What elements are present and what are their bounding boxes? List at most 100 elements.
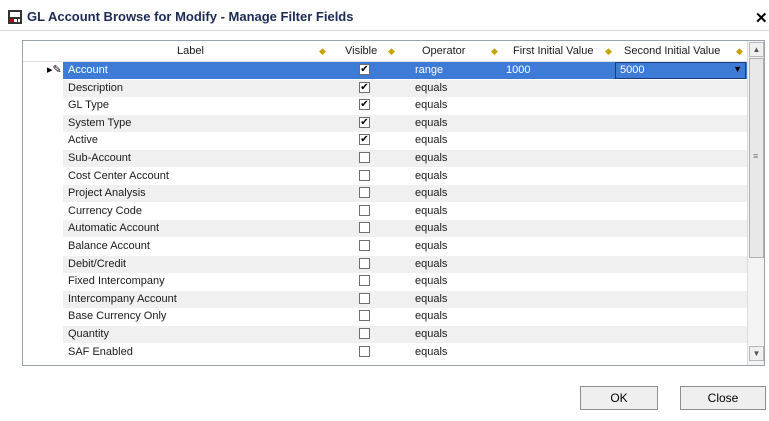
- cell-label[interactable]: Description: [68, 82, 123, 94]
- cell-operator[interactable]: equals: [415, 82, 447, 94]
- visible-checkbox[interactable]: [359, 345, 370, 357]
- row-cells[interactable]: Automatic Account equals: [63, 220, 747, 238]
- scroll-thumb[interactable]: ≡: [749, 58, 764, 258]
- visible-checkbox[interactable]: [359, 292, 370, 304]
- table-row[interactable]: GL Type ✔ equals: [23, 97, 747, 114]
- sort-icon[interactable]: ◆: [736, 46, 743, 57]
- visible-checkbox[interactable]: [359, 204, 370, 216]
- table-row[interactable]: Project Analysis equals: [23, 185, 747, 203]
- table-row[interactable]: Currency Code equals: [23, 203, 747, 220]
- header-visible[interactable]: Visible: [345, 45, 377, 57]
- cell-operator[interactable]: equals: [415, 152, 447, 164]
- visible-checkbox[interactable]: ✔: [359, 134, 370, 146]
- cell-operator[interactable]: equals: [415, 187, 447, 199]
- chevron-down-icon[interactable]: ▼: [733, 64, 742, 74]
- visible-checkbox[interactable]: ✔: [359, 99, 370, 111]
- row-cells[interactable]: Active ✔ equals: [63, 132, 747, 149]
- row-cells[interactable]: Sub-Account equals: [63, 150, 747, 167]
- cell-operator[interactable]: equals: [415, 328, 447, 340]
- table-row[interactable]: Intercompany Account equals: [23, 290, 747, 308]
- table-row[interactable]: System Type ✔ equals: [23, 114, 747, 132]
- table-row[interactable]: Balance Account equals: [23, 238, 747, 255]
- cell-operator[interactable]: equals: [415, 310, 447, 322]
- visible-checkbox[interactable]: ✔: [359, 116, 370, 128]
- close-icon[interactable]: ✕: [755, 9, 768, 27]
- second-initial-value-dropdown[interactable]: 5000 ▼: [615, 62, 746, 79]
- row-cells[interactable]: Description ✔ equals: [63, 79, 747, 97]
- cell-label[interactable]: System Type: [68, 117, 131, 129]
- visible-checkbox[interactable]: [359, 152, 370, 163]
- cell-operator[interactable]: equals: [415, 240, 447, 252]
- row-cells[interactable]: Balance Account equals: [63, 238, 747, 255]
- ok-button[interactable]: OK: [580, 386, 658, 410]
- cell-label[interactable]: Cost Center Account: [68, 170, 169, 182]
- row-cells[interactable]: System Type ✔ equals: [63, 114, 747, 132]
- cell-label[interactable]: Debit/Credit: [68, 258, 126, 270]
- visible-checkbox[interactable]: [359, 187, 370, 199]
- cell-label[interactable]: Active: [68, 134, 98, 146]
- cell-label[interactable]: SAF Enabled: [68, 346, 133, 358]
- cell-first-initial-value[interactable]: 1000: [506, 64, 530, 76]
- cell-operator[interactable]: equals: [415, 258, 447, 270]
- row-cells[interactable]: Debit/Credit equals: [63, 255, 747, 273]
- visible-checkbox[interactable]: [359, 275, 370, 287]
- visible-checkbox[interactable]: [359, 328, 370, 339]
- table-row[interactable]: Debit/Credit equals: [23, 255, 747, 273]
- header-operator[interactable]: Operator: [422, 45, 465, 57]
- visible-checkbox[interactable]: ✔: [359, 81, 370, 93]
- row-cells[interactable]: Intercompany Account equals: [63, 290, 747, 308]
- cell-operator[interactable]: equals: [415, 346, 447, 358]
- header-label[interactable]: Label: [177, 45, 204, 57]
- cell-label[interactable]: Base Currency Only: [68, 310, 166, 322]
- cell-label[interactable]: Account: [68, 64, 108, 76]
- cell-label[interactable]: Sub-Account: [68, 152, 131, 164]
- scroll-up-icon[interactable]: ▲: [749, 42, 764, 57]
- cell-label[interactable]: Quantity: [68, 328, 109, 340]
- vertical-scrollbar[interactable]: ▲ ≡ ▼: [747, 41, 764, 365]
- cell-label[interactable]: Project Analysis: [68, 187, 146, 199]
- cell-operator[interactable]: equals: [415, 134, 447, 146]
- header-first-initial-value[interactable]: First Initial Value: [513, 45, 594, 57]
- visible-checkbox[interactable]: [359, 222, 370, 234]
- row-cells[interactable]: SAF Enabled equals: [63, 344, 747, 361]
- row-cells[interactable]: Currency Code equals: [63, 203, 747, 220]
- row-cells[interactable]: Cost Center Account equals: [63, 168, 747, 185]
- table-row[interactable]: Automatic Account equals: [23, 220, 747, 238]
- sort-icon[interactable]: ◆: [605, 46, 612, 57]
- visible-checkbox[interactable]: [359, 169, 370, 181]
- cell-label[interactable]: Balance Account: [68, 240, 150, 252]
- cell-operator[interactable]: equals: [415, 99, 447, 111]
- row-cells[interactable]: GL Type ✔ equals: [63, 97, 747, 114]
- cell-label[interactable]: Automatic Account: [68, 222, 159, 234]
- cell-label[interactable]: Intercompany Account: [68, 293, 177, 305]
- table-row[interactable]: Cost Center Account equals: [23, 168, 747, 185]
- cell-operator[interactable]: equals: [415, 222, 447, 234]
- cell-operator[interactable]: equals: [415, 275, 447, 287]
- sort-icon[interactable]: ◆: [491, 46, 498, 57]
- cell-operator[interactable]: range: [415, 64, 443, 76]
- sort-icon[interactable]: ◆: [319, 46, 326, 57]
- cell-label[interactable]: GL Type: [68, 99, 109, 111]
- row-cells[interactable]: Fixed Intercompany equals: [63, 273, 747, 290]
- visible-checkbox[interactable]: [359, 257, 370, 269]
- row-cells[interactable]: Quantity equals: [63, 326, 747, 343]
- row-cells[interactable]: Base Currency Only equals: [63, 308, 747, 325]
- visible-checkbox[interactable]: [359, 240, 370, 251]
- row-cells[interactable]: Project Analysis equals: [63, 185, 747, 203]
- table-row[interactable]: Base Currency Only equals: [23, 308, 747, 325]
- scroll-down-icon[interactable]: ▼: [749, 346, 764, 361]
- cell-operator[interactable]: equals: [415, 117, 447, 129]
- visible-checkbox[interactable]: [359, 310, 370, 322]
- cell-label[interactable]: Fixed Intercompany: [68, 275, 165, 287]
- visible-checkbox[interactable]: ✔: [359, 64, 370, 75]
- table-row[interactable]: SAF Enabled equals: [23, 344, 747, 361]
- cell-operator[interactable]: equals: [415, 170, 447, 182]
- table-row[interactable]: ▸✎ Account ✔ range 1000 5000 ▼: [23, 62, 747, 79]
- close-button[interactable]: Close: [680, 386, 766, 410]
- table-row[interactable]: Fixed Intercompany equals: [23, 273, 747, 290]
- header-second-initial-value[interactable]: Second Initial Value: [624, 45, 720, 57]
- sort-icon[interactable]: ◆: [388, 46, 395, 57]
- filter-fields-grid[interactable]: Label ◆ Visible ◆ Operator ◆ First Initi…: [22, 40, 765, 366]
- table-row[interactable]: Sub-Account equals: [23, 150, 747, 167]
- table-row[interactable]: Active ✔ equals: [23, 132, 747, 149]
